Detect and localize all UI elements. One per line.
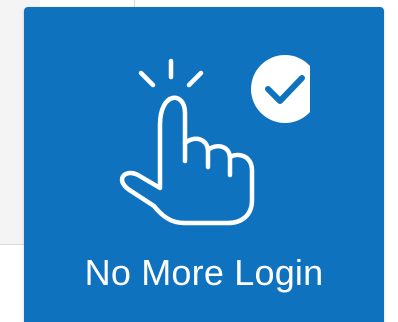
tap-gesture-icon xyxy=(90,55,310,230)
check-badge-circle xyxy=(251,55,310,123)
feature-card[interactable]: No More Login xyxy=(24,7,384,322)
card-title: No More Login xyxy=(84,252,324,293)
